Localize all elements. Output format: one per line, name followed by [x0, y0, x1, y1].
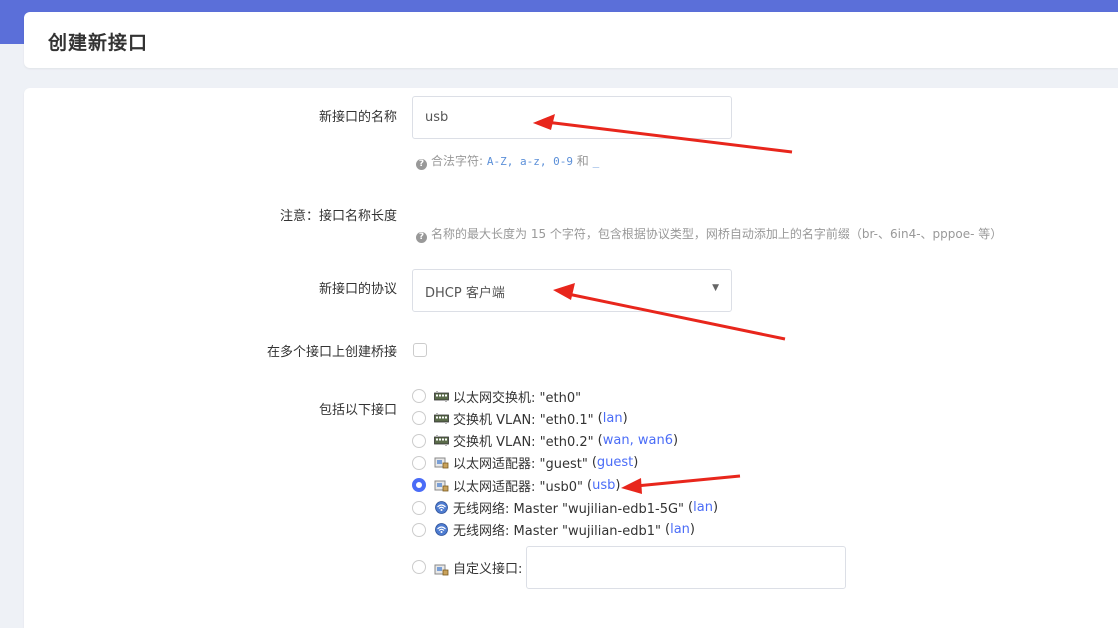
interface-option-label: 交换机 VLAN: "eth0.2" [453, 435, 594, 451]
help-icon: ? [416, 159, 427, 170]
switch-icon [434, 434, 449, 447]
interface-option[interactable]: 以太网适配器: "usb0" (usb) [412, 475, 620, 495]
interface-option-label: 以太网交换机: "eth0" [453, 390, 582, 406]
custom-interface-radio[interactable] [412, 560, 426, 574]
bridge-checkbox[interactable] [413, 343, 427, 357]
wireless-icon [434, 523, 449, 537]
page-title: 创建新接口 [48, 32, 149, 54]
interface-radio[interactable] [412, 500, 426, 515]
interface-network-link[interactable]: (usb) [587, 478, 620, 493]
interface-option[interactable]: 无线网络: Master "wujilian-edb1" (lan) [412, 520, 695, 540]
name-label: 新接口的名称 [318, 110, 397, 125]
interface-option[interactable]: 以太网适配器: "guest" (guest) [412, 453, 638, 473]
interface-network-link[interactable]: (guest) [592, 455, 639, 470]
interface-option-label: 交换机 VLAN: "eth0.1" [453, 412, 594, 428]
ethernet-adapter-icon [434, 561, 449, 575]
interface-network-link[interactable]: (lan) [598, 411, 628, 426]
title-card: 创建新接口 [24, 12, 1118, 68]
interface-option-label: 无线网络: Master "wujilian-edb1" [453, 524, 661, 540]
wireless-icon [434, 501, 449, 514]
interface-option[interactable]: 无线网络: Master "wujilian-edb1-5G" (lan) [412, 498, 718, 518]
interface-option-label: 以太网适配器: "usb0" [453, 479, 584, 495]
interface-option-label: 以太网适配器: "guest" [453, 457, 588, 473]
protocol-label: 新接口的协议 [318, 282, 397, 297]
note-label: 注意：接口名称长度 [279, 209, 397, 224]
ethernet-adapter-icon [434, 456, 449, 469]
interface-option[interactable]: 交换机 VLAN: "eth0.2" (wan, wan6) [412, 431, 678, 451]
interfaces-label: 包括以下接口 [318, 403, 397, 418]
side-strip [0, 44, 24, 615]
interface-radio[interactable] [412, 411, 426, 426]
chevron-down-icon: ▼ [712, 283, 719, 293]
interface-network-link[interactable]: (lan) [688, 500, 718, 515]
interface-radio[interactable] [412, 455, 426, 470]
switch-icon [434, 390, 449, 403]
interface-radio[interactable] [412, 433, 426, 448]
interface-radio[interactable] [412, 478, 426, 493]
note-hint: ? 名称的最大长度为 15 个字符，包含根据协议类型，网桥自动添加上的名字前缀（b… [416, 225, 1002, 243]
protocol-value: DHCP 客户端 [425, 286, 505, 301]
interface-network-link[interactable]: (lan) [665, 522, 695, 537]
ethernet-adapter-icon [434, 479, 449, 492]
interface-option-label: 无线网络: Master "wujilian-edb1-5G" [453, 502, 685, 517]
custom-interface-input[interactable] [526, 545, 847, 589]
interface-radio[interactable] [412, 389, 426, 403]
interface-option[interactable]: 以太网交换机: "eth0" [412, 386, 581, 406]
interface-network-link[interactable]: (wan, wan6) [598, 433, 678, 448]
custom-interface-row: 自定义接口: [412, 545, 852, 589]
interface-option[interactable]: 交换机 VLAN: "eth0.1" (lan) [412, 408, 628, 428]
interface-radio[interactable] [412, 522, 426, 537]
custom-interface-label: 自定义接口: [453, 561, 523, 577]
protocol-select[interactable]: DHCP 客户端 ▼ [412, 269, 732, 312]
bridge-label: 在多个接口上创建桥接 [266, 345, 397, 360]
name-hint: ? 合法字符: A-Z, a-z, 0-9 和 _ [416, 152, 599, 170]
help-icon: ? [416, 232, 427, 243]
switch-icon [434, 412, 449, 425]
interface-name-input[interactable] [412, 96, 732, 139]
